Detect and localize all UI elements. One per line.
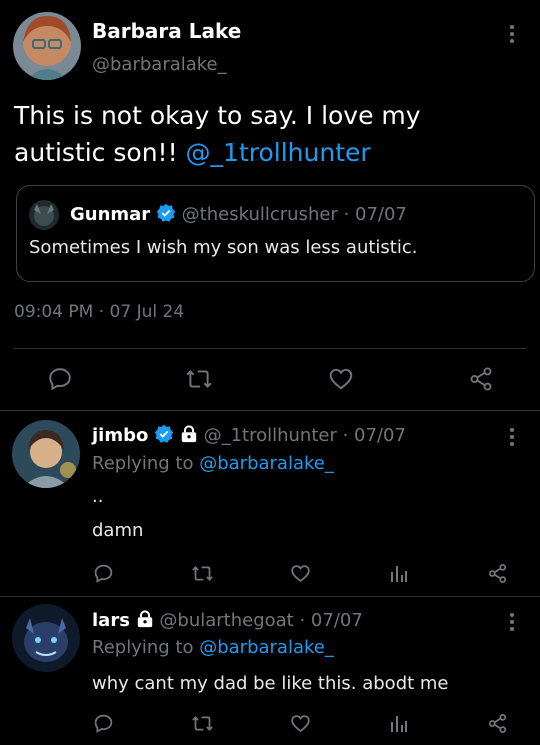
views-icon[interactable] <box>389 563 409 584</box>
quote-author-name: Gunmar <box>70 204 151 225</box>
quote-author-handle: @theskullcrusher <box>181 204 338 225</box>
lock-icon <box>180 425 198 443</box>
quote-date: · 07/07 <box>343 204 407 225</box>
share-icon[interactable] <box>487 563 508 584</box>
share-icon[interactable] <box>468 366 494 392</box>
author-name[interactable]: Barbara Lake <box>92 19 241 43</box>
reply-text: why cant my dad be like this. abodt me <box>92 673 449 694</box>
avatar-gunmar <box>29 200 59 230</box>
like-icon[interactable] <box>328 366 354 392</box>
quote-text: Sometimes I wish my son was less autisti… <box>29 237 418 258</box>
avatar-lars[interactable] <box>12 604 80 672</box>
reply-icon[interactable] <box>93 563 114 584</box>
lock-icon <box>136 610 154 628</box>
reply-text-dots: .. <box>92 486 104 507</box>
quote-header: Gunmar @theskullcrusher · 07/07 <box>70 203 407 225</box>
reply-header: lars @bularthegoat · 07/07 <box>92 610 363 631</box>
quoted-tweet[interactable]: Gunmar @theskullcrusher · 07/07 Sometime… <box>16 185 535 282</box>
replying-to: Replying to @barbaralake_ <box>92 453 334 474</box>
reply-date: · 07/07 <box>299 610 363 631</box>
tweet-text: This is not okay to say. I love my autis… <box>14 97 514 171</box>
reply-date: · 07/07 <box>342 425 406 446</box>
verified-icon <box>154 424 174 444</box>
replying-to: Replying to @barbaralake_ <box>92 637 334 658</box>
retweet-icon[interactable] <box>191 713 214 734</box>
share-icon[interactable] <box>487 713 508 734</box>
mention-link[interactable]: @_1trollhunter <box>186 138 371 167</box>
divider <box>0 596 540 597</box>
reply-icon[interactable] <box>47 366 73 392</box>
like-icon[interactable] <box>290 713 311 734</box>
retweet-icon[interactable] <box>191 563 214 584</box>
divider <box>0 410 540 411</box>
reply-author-handle[interactable]: @bularthegoat <box>159 610 293 631</box>
verified-icon <box>156 203 176 223</box>
more-icon[interactable] <box>509 25 515 43</box>
reply-author-handle[interactable]: @_1trollhunter <box>204 425 337 446</box>
author-handle[interactable]: @barbaralake_ <box>92 54 227 75</box>
replying-to-label: Replying to <box>92 453 194 474</box>
reply-text: damn <box>92 520 144 541</box>
retweet-icon[interactable] <box>185 366 213 392</box>
timestamp: 09:04 PM · 07 Jul 24 <box>14 302 184 322</box>
avatar-barbara[interactable] <box>13 12 81 80</box>
tweet-date: 07 Jul 24 <box>109 302 185 322</box>
like-icon[interactable] <box>290 563 311 584</box>
divider <box>14 348 526 349</box>
more-icon[interactable] <box>509 428 515 446</box>
replying-to-link[interactable]: @barbaralake_ <box>199 637 334 658</box>
more-icon[interactable] <box>509 613 515 631</box>
reply-header: jimbo @_1trollhunter · 07/07 <box>92 424 406 446</box>
avatar-jimbo[interactable] <box>12 420 80 488</box>
views-icon[interactable] <box>389 713 409 734</box>
tweet-time: 09:04 PM <box>14 302 94 322</box>
reply-author-name[interactable]: jimbo <box>92 425 148 446</box>
replying-to-label: Replying to <box>92 637 194 658</box>
separator-dot: · <box>98 302 105 322</box>
replying-to-link[interactable]: @barbaralake_ <box>199 453 334 474</box>
reply-author-name[interactable]: lars <box>92 610 130 631</box>
reply-icon[interactable] <box>93 713 114 734</box>
